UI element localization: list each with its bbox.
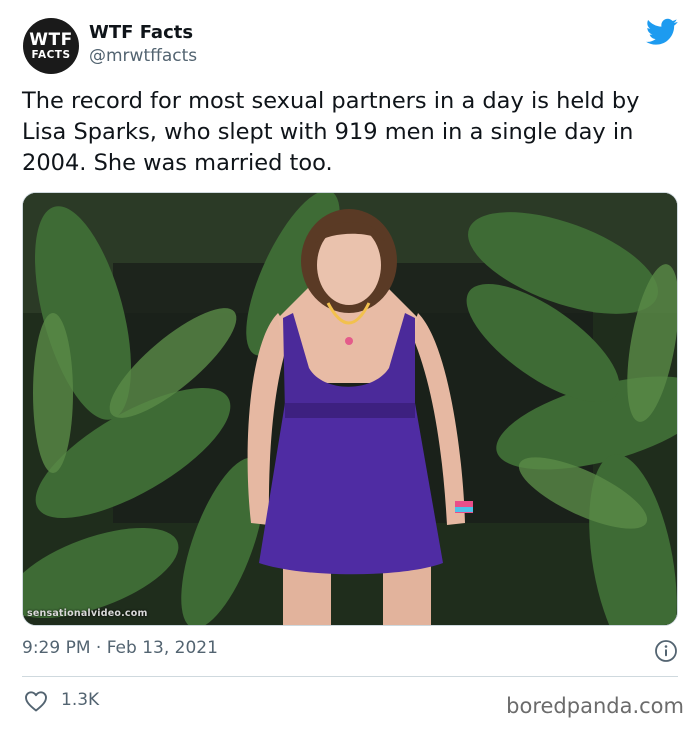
tweet-card: WTF FACTS WTF Facts @mrwtffacts The reco… (0, 0, 700, 729)
like-count[interactable]: 1.3K (61, 690, 99, 710)
source-credit: boredpanda.com (506, 694, 684, 718)
twitter-bird-icon[interactable] (646, 18, 678, 46)
heart-icon[interactable] (24, 690, 48, 712)
tweet-photo[interactable]: sensationalvideo.com (22, 192, 678, 626)
tweet-timestamp[interactable]: 9:29 PM · Feb 13, 2021 (22, 638, 218, 658)
tweet-text: The record for most sexual partners in a… (22, 88, 640, 176)
author-name[interactable]: WTF Facts (89, 22, 193, 43)
photo-illustration (23, 193, 677, 625)
avatar-text-top: WTF (29, 29, 73, 50)
photo-watermark: sensationalvideo.com (27, 608, 148, 619)
divider (22, 676, 678, 677)
info-icon[interactable] (654, 639, 678, 663)
avatar[interactable]: WTF FACTS (23, 18, 79, 74)
avatar-text-bottom: FACTS (31, 48, 71, 61)
author-handle[interactable]: @mrwtffacts (89, 46, 197, 66)
